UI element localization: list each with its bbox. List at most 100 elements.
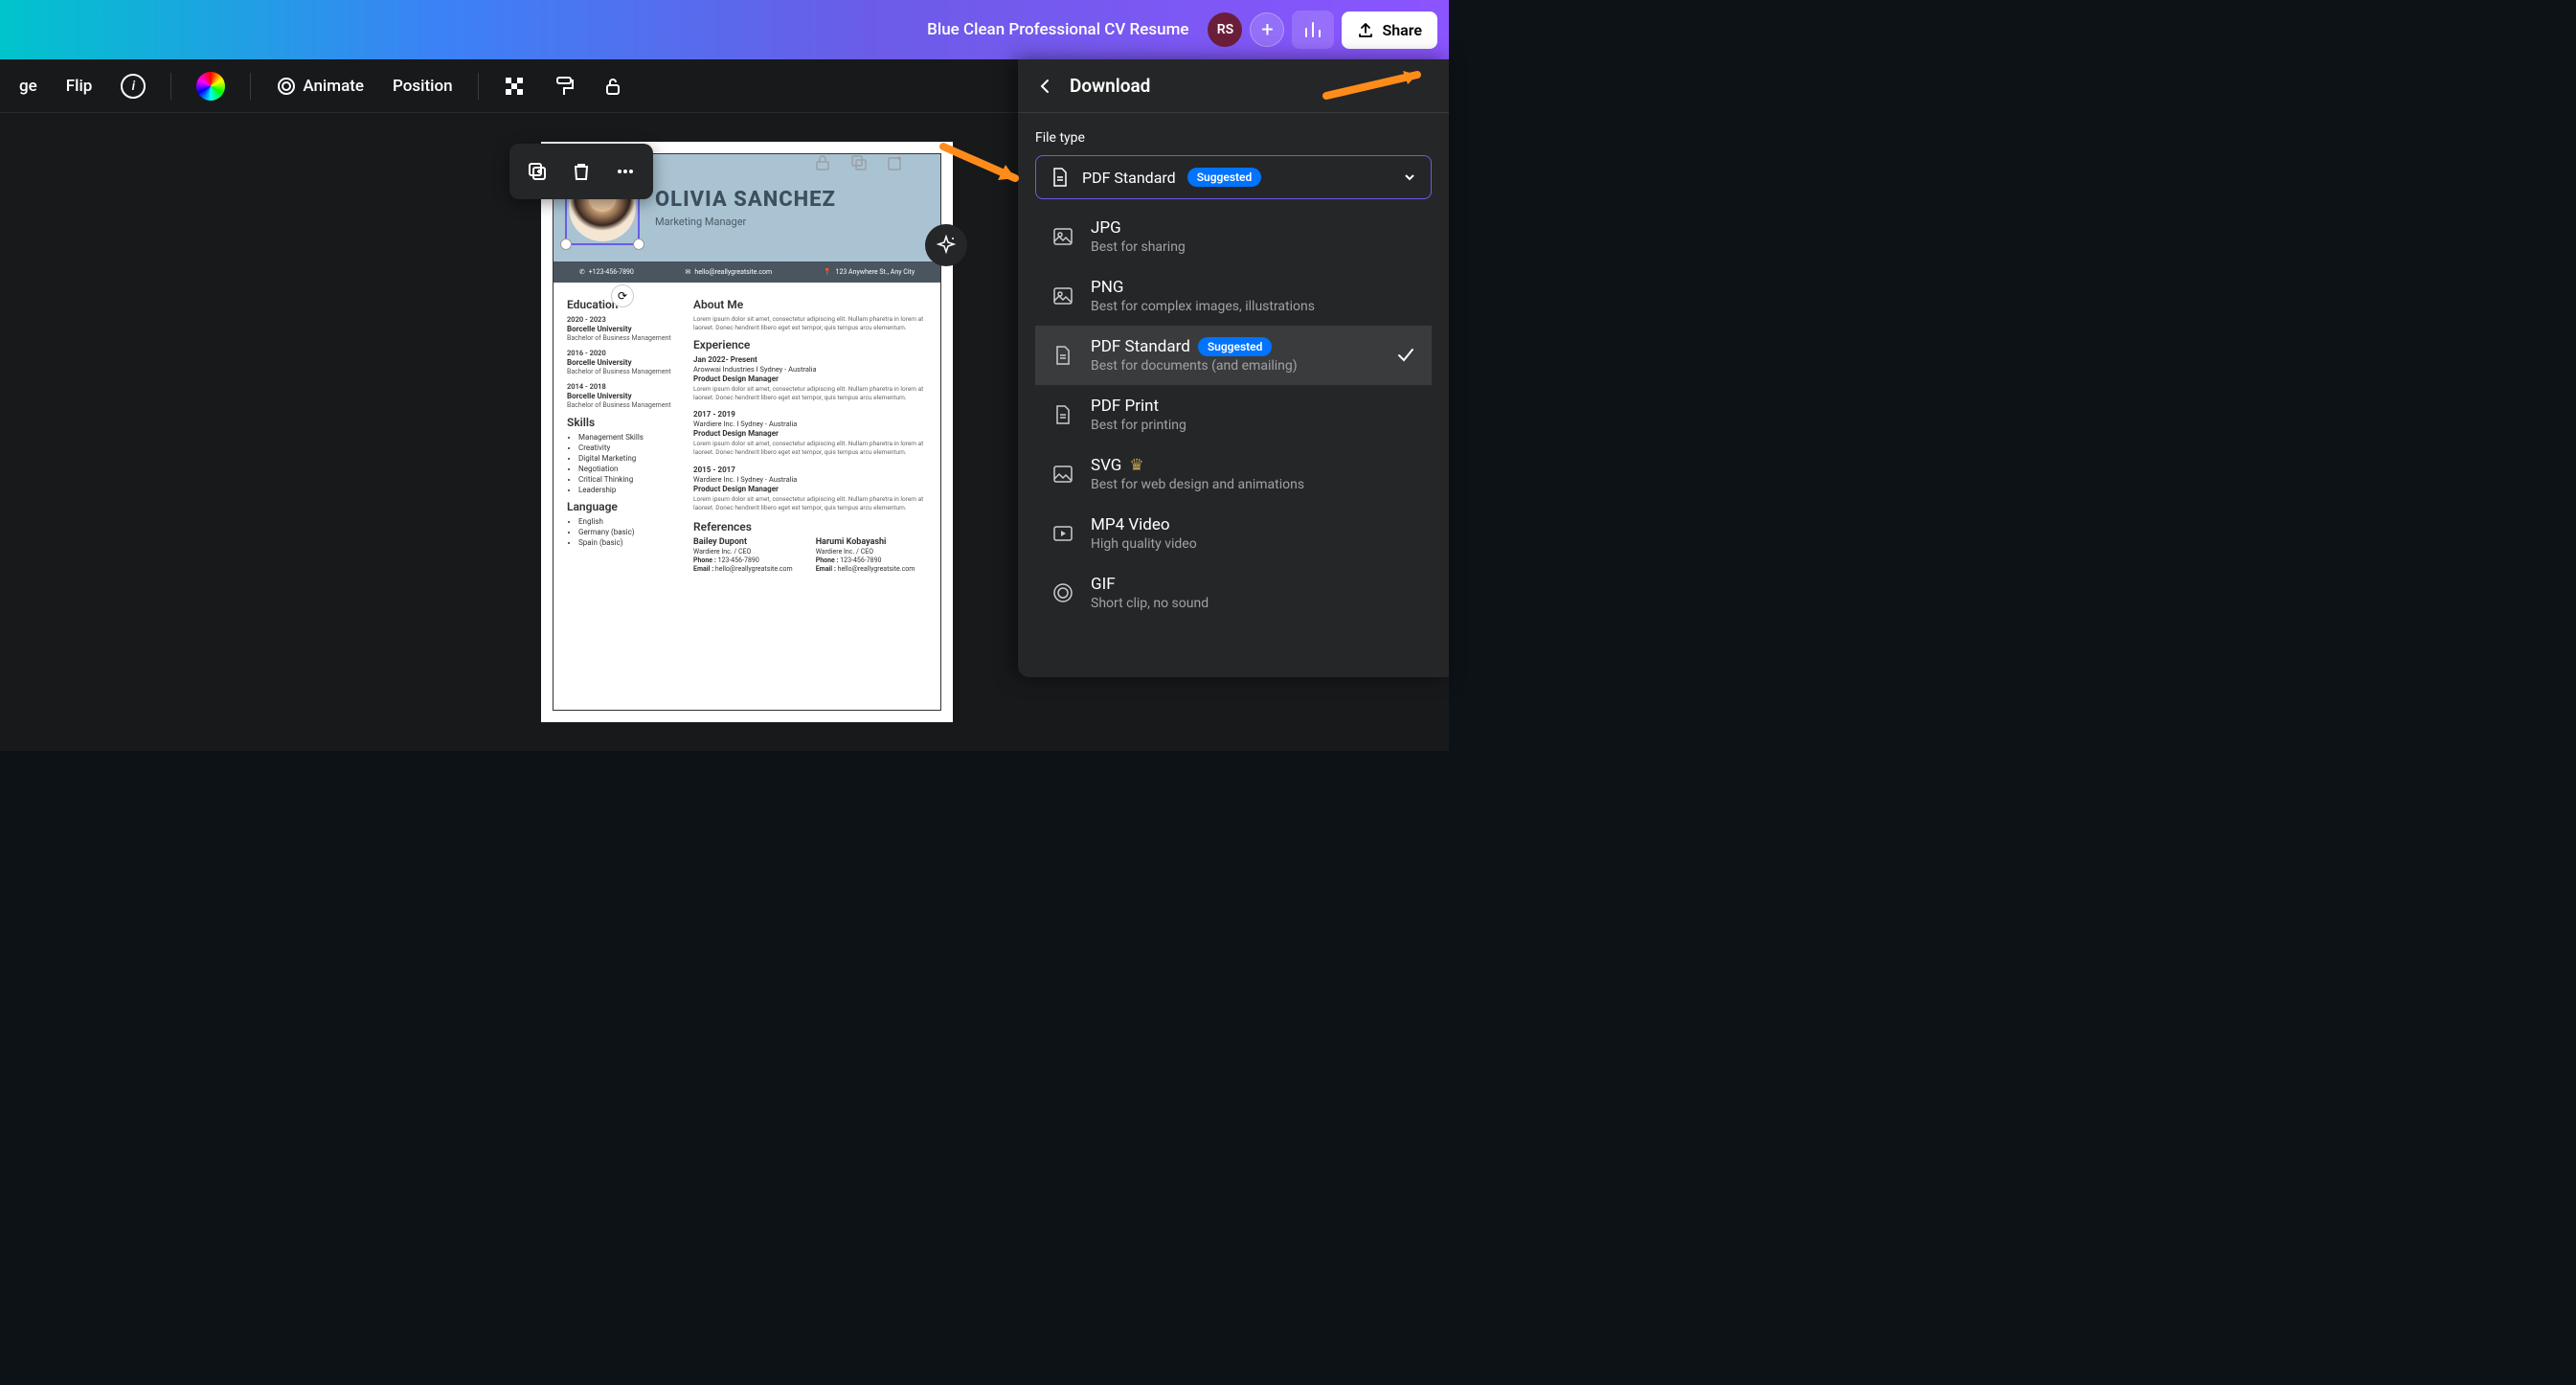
image-icon bbox=[1052, 226, 1073, 247]
color-wheel-icon bbox=[196, 72, 225, 101]
bar-chart-icon bbox=[1303, 20, 1322, 39]
language-heading[interactable]: Language bbox=[567, 500, 680, 513]
list-item: Creativity bbox=[578, 443, 680, 452]
list-item: Critical Thinking bbox=[578, 475, 680, 484]
image-icon bbox=[1052, 464, 1073, 485]
copy-icon bbox=[527, 161, 548, 182]
about-text[interactable]: Lorem ipsum dolor sit amet, consectetur … bbox=[693, 315, 927, 332]
analytics-button[interactable] bbox=[1292, 11, 1334, 49]
list-item: Spain (basic) bbox=[578, 538, 680, 547]
experience-heading[interactable]: Experience bbox=[693, 338, 927, 352]
avatar[interactable]: RS bbox=[1208, 12, 1242, 47]
document-icon bbox=[1052, 345, 1073, 366]
list-item: Management Skills bbox=[578, 433, 680, 442]
option-png[interactable]: PNGBest for complex images, illustration… bbox=[1035, 266, 1432, 326]
animate-button[interactable]: Animate bbox=[268, 70, 372, 102]
option-svg[interactable]: SVG♛Best for web design and animations bbox=[1035, 444, 1432, 504]
play-icon bbox=[1052, 523, 1073, 544]
flip-button[interactable]: Flip bbox=[58, 71, 101, 102]
element-floating-toolbar bbox=[509, 144, 653, 199]
email: ✉hello@reallygreatsite.com bbox=[686, 268, 773, 276]
sparkle-icon bbox=[936, 235, 957, 256]
transparency-button[interactable] bbox=[496, 70, 532, 102]
resume-name[interactable]: OLIVIA SANCHEZ bbox=[655, 188, 836, 212]
experience-item[interactable]: Jan 2022- PresentArowwai Industries I Sy… bbox=[693, 355, 927, 402]
delete-button[interactable] bbox=[561, 151, 601, 192]
gif-icon bbox=[1052, 582, 1073, 603]
option-pdf-print[interactable]: PDF PrintBest for printing bbox=[1035, 385, 1432, 444]
document-title[interactable]: Blue Clean Professional CV Resume bbox=[927, 20, 1188, 39]
phone: ✆+123-456-7890 bbox=[579, 268, 634, 276]
contact-bar[interactable]: ✆+123-456-7890 ✉hello@reallygreatsite.co… bbox=[554, 261, 940, 283]
transparency-icon bbox=[504, 76, 525, 97]
references-heading[interactable]: References bbox=[693, 520, 927, 534]
list-item: Germany (basic) bbox=[578, 528, 680, 536]
magic-button[interactable] bbox=[925, 224, 967, 266]
more-horizontal-icon bbox=[615, 161, 636, 182]
info-icon: i bbox=[121, 74, 146, 99]
chevron-down-icon bbox=[1402, 170, 1417, 185]
lock-page-button[interactable] bbox=[811, 151, 834, 174]
education-item[interactable]: 2014 - 2018Borcelle UniversityBachelor o… bbox=[567, 382, 680, 410]
lock-open-icon bbox=[603, 77, 622, 96]
animate-icon bbox=[276, 76, 297, 97]
file-type-label: File type bbox=[1035, 130, 1432, 146]
chevron-left-icon bbox=[1035, 77, 1054, 96]
language-list[interactable]: English Germany (basic) Spain (basic) bbox=[567, 517, 680, 547]
option-mp4[interactable]: MP4 VideoHigh quality video bbox=[1035, 504, 1432, 563]
color-picker[interactable] bbox=[189, 66, 233, 106]
resume-job-title[interactable]: Marketing Manager bbox=[655, 216, 836, 228]
option-gif[interactable]: GIFShort clip, no sound bbox=[1035, 563, 1432, 623]
experience-item[interactable]: 2017 - 2019Wardiere Inc. I Sydney - Aust… bbox=[693, 410, 927, 457]
option-jpg[interactable]: JPGBest for sharing bbox=[1035, 207, 1432, 266]
paint-roller-icon bbox=[554, 76, 575, 97]
info-button[interactable]: i bbox=[113, 68, 153, 104]
share-button[interactable]: Share bbox=[1342, 11, 1437, 49]
option-pdf-standard[interactable]: PDF StandardSuggestedBest for documents … bbox=[1035, 326, 1432, 385]
list-item: Digital Marketing bbox=[578, 454, 680, 463]
document-icon bbox=[1052, 404, 1073, 425]
annotation-arrow-share bbox=[1322, 67, 1436, 105]
back-button[interactable] bbox=[1035, 77, 1054, 96]
file-type-options: JPGBest for sharing PNGBest for complex … bbox=[1035, 207, 1432, 623]
duplicate-button[interactable] bbox=[517, 151, 557, 192]
list-item: English bbox=[578, 517, 680, 526]
email-icon: ✉ bbox=[686, 268, 691, 276]
education-item[interactable]: 2020 - 2023Borcelle UniversityBachelor o… bbox=[567, 315, 680, 343]
education-item[interactable]: 2016 - 2020Borcelle UniversityBachelor o… bbox=[567, 349, 680, 376]
position-button[interactable]: Position bbox=[385, 71, 461, 102]
add-page-button[interactable] bbox=[884, 151, 907, 174]
page-tab[interactable]: ge bbox=[11, 71, 45, 102]
image-icon bbox=[1052, 285, 1073, 307]
copy-icon bbox=[850, 154, 868, 171]
more-button[interactable] bbox=[605, 151, 645, 192]
experience-item[interactable]: 2015 - 2017Wardiere Inc. I Sydney - Aust… bbox=[693, 465, 927, 512]
reference-item[interactable]: Harumi Kobayashi Wardiere Inc. / CEO Pho… bbox=[816, 537, 915, 574]
crown-icon: ♛ bbox=[1129, 456, 1143, 475]
resume-page[interactable]: OLIVIA SANCHEZ Marketing Manager ✆+123-4… bbox=[541, 142, 953, 722]
pin-icon: 📍 bbox=[824, 268, 832, 276]
resize-handle-br[interactable] bbox=[633, 238, 644, 250]
list-item: Leadership bbox=[578, 486, 680, 494]
add-member-button[interactable]: + bbox=[1250, 12, 1284, 47]
file-type-select[interactable]: PDF Standard Suggested bbox=[1035, 155, 1432, 199]
app-header: Blue Clean Professional CV Resume RS + S… bbox=[0, 0, 1449, 59]
page-actions bbox=[811, 151, 907, 174]
address: 📍123 Anywhere St., Any City bbox=[824, 268, 915, 276]
suggested-badge: Suggested bbox=[1187, 168, 1262, 187]
skills-list[interactable]: Management Skills Creativity Digital Mar… bbox=[567, 433, 680, 494]
resize-handle-bl[interactable] bbox=[560, 238, 572, 250]
upload-icon bbox=[1357, 21, 1374, 38]
download-panel: Download File type PDF Standard Suggeste… bbox=[1018, 59, 1449, 677]
skills-heading[interactable]: Skills bbox=[567, 416, 680, 429]
rotate-handle[interactable]: ⟳ bbox=[611, 284, 634, 307]
copy-style-button[interactable] bbox=[546, 70, 582, 102]
about-heading[interactable]: About Me bbox=[693, 298, 927, 311]
reference-item[interactable]: Bailey Dupont Wardiere Inc. / CEO Phone … bbox=[693, 537, 793, 574]
list-item: Negotiation bbox=[578, 465, 680, 473]
lock-button[interactable] bbox=[596, 71, 630, 102]
duplicate-page-button[interactable] bbox=[847, 151, 870, 174]
download-title: Download bbox=[1070, 75, 1150, 97]
lock-icon bbox=[814, 154, 831, 171]
share-label: Share bbox=[1382, 21, 1422, 39]
